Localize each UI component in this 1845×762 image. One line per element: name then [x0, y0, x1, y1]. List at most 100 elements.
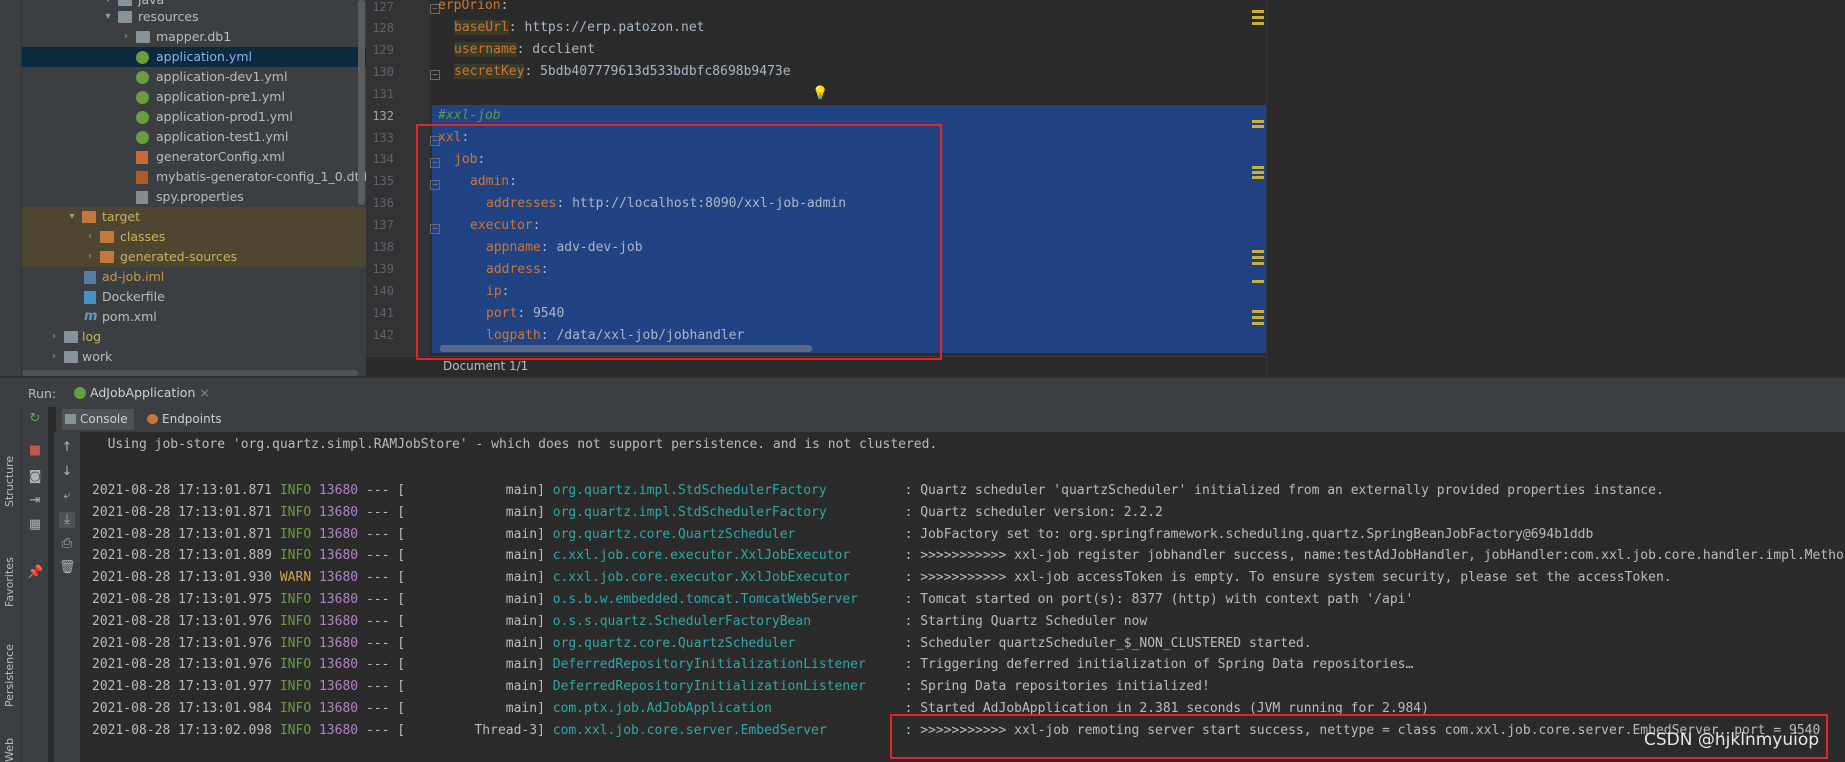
tree-item-dockerfile[interactable]: Dockerfile — [22, 287, 366, 307]
log-logger[interactable]: org.quartz.core.QuartzScheduler — [553, 524, 897, 546]
tree-item-pom-xml[interactable]: m pom.xml — [22, 307, 366, 327]
tree-item-spy-properties[interactable]: spy.properties — [22, 187, 366, 207]
error-stripe-marker[interactable] — [1252, 280, 1264, 283]
log-message: : Quartz scheduler version: 2.2.2 — [904, 504, 1163, 520]
tree-item-application-dev1-yml[interactable]: application-dev1.yml — [22, 67, 366, 87]
trash-icon[interactable]: 🗑 — [59, 560, 76, 576]
code-line-135[interactable]: admin: — [438, 171, 1266, 193]
error-stripe-marker[interactable] — [1252, 310, 1264, 313]
log-row: 2021-08-28 17:13:01.930 WARN 13680 --- [… — [92, 567, 1672, 589]
run-tab-adjobapplication[interactable]: AdJobApplication × — [70, 381, 216, 405]
log-logger[interactable]: o.s.s.quartz.SchedulerFactoryBean — [553, 611, 897, 633]
error-stripe-marker[interactable] — [1252, 120, 1264, 123]
log-logger[interactable]: org.quartz.impl.StdSchedulerFactory — [553, 480, 897, 502]
tree-item-ad-job-iml[interactable]: ad-job.iml — [22, 267, 366, 287]
log-logger[interactable]: DeferredRepositoryInitializationListener — [553, 654, 897, 676]
camera-icon[interactable]: ◙ — [27, 469, 43, 485]
error-stripe-marker[interactable] — [1252, 171, 1264, 174]
chevron-right-icon[interactable]: › — [84, 247, 96, 267]
code-line-132[interactable]: #xxl-job — [438, 105, 1266, 127]
tree-horizontal-scrollbar[interactable] — [22, 370, 358, 376]
code-line-137[interactable]: executor: — [438, 215, 1266, 237]
chevron-down-icon[interactable]: ▾ — [66, 207, 78, 227]
log-logger[interactable]: org.quartz.impl.StdSchedulerFactory — [553, 502, 897, 524]
code-line-139[interactable]: address: — [438, 259, 1266, 281]
error-stripe-marker[interactable] — [1252, 22, 1264, 25]
code-line-136[interactable]: addresses: http://localhost:8090/xxl-job… — [438, 193, 1266, 215]
tab-console[interactable]: Console — [62, 409, 134, 430]
editor-horizontal-scrollbar[interactable] — [440, 345, 812, 352]
code-line-134[interactable]: job: — [438, 149, 1266, 171]
tree-item-target[interactable]: ▾ target — [22, 207, 366, 227]
console-output[interactable]: Using job-store 'org.quartz.simpl.RAMJob… — [80, 432, 1845, 762]
rerun-icon[interactable]: ↻ — [27, 411, 43, 427]
log-logger[interactable]: c.xxl.job.core.executor.XxlJobExecutor — [553, 545, 897, 567]
tool-tab-web[interactable]: Web — [3, 738, 16, 762]
code-line-141[interactable]: port: 9540 — [438, 303, 1266, 325]
close-icon[interactable]: × — [199, 385, 209, 400]
lightbulb-icon[interactable]: 💡 — [812, 86, 828, 101]
log-thread: main — [505, 635, 538, 651]
code-line-133[interactable]: xxl: — [438, 127, 1266, 149]
error-stripe-marker[interactable] — [1252, 16, 1264, 19]
chevron-right-icon[interactable]: › — [48, 327, 60, 347]
log-timestamp: 2021-08-28 17:13:02.098 — [92, 722, 273, 738]
log-logger[interactable]: c.xxl.job.core.executor.XxlJobExecutor — [553, 567, 897, 589]
print-icon[interactable]: ⎙ — [59, 536, 75, 552]
layout-icon[interactable]: ▦ — [27, 517, 43, 533]
log-logger[interactable]: com.xxl.job.core.server.EmbedServer — [553, 720, 897, 742]
error-stripe-marker[interactable] — [1252, 176, 1264, 179]
code-line-142[interactable]: logpath: /data/xxl-job/jobhandler — [438, 325, 1266, 347]
code-line-128[interactable]: baseUrl: https://erp.patozon.net — [438, 17, 1266, 39]
code-editor[interactable]: 127 128 129 130 131 132 133 134 135 136 … — [366, 0, 1266, 376]
error-stripe-marker[interactable] — [1252, 250, 1264, 253]
error-stripe-marker[interactable] — [1252, 125, 1264, 128]
arrow-up-icon[interactable]: ↑ — [59, 440, 75, 456]
log-separator: --- — [365, 570, 390, 586]
pin-icon[interactable]: 📌 — [27, 565, 43, 581]
chevron-down-icon[interactable]: ▾ — [102, 7, 114, 27]
log-logger[interactable]: com.ptx.job.AdJobApplication — [553, 698, 897, 720]
tree-item-application-prod1-yml[interactable]: application-prod1.yml — [22, 107, 366, 127]
yaml-file-icon — [136, 71, 149, 84]
error-stripe-marker[interactable] — [1252, 262, 1264, 265]
error-stripe-marker[interactable] — [1252, 166, 1264, 169]
chevron-right-icon[interactable]: › — [84, 227, 96, 247]
code-line-127[interactable]: erpOrion: — [438, 0, 1266, 17]
error-stripe-marker[interactable] — [1252, 322, 1264, 325]
code-line-138[interactable]: appname: adv-dev-job — [438, 237, 1266, 259]
tool-tab-structure[interactable]: Structure — [3, 456, 16, 507]
error-stripe-marker[interactable] — [1252, 10, 1264, 13]
log-logger[interactable]: DeferredRepositoryInitializationListener — [553, 676, 897, 698]
tree-item-log[interactable]: › log — [22, 327, 366, 347]
log-logger[interactable]: o.s.b.w.embedded.tomcat.TomcatWebServer — [553, 589, 897, 611]
exit-icon[interactable]: ⇥ — [27, 493, 43, 509]
code-line-130[interactable]: secretKey: 5bdb407779613d533bdbfc8698b94… — [438, 61, 1266, 83]
scroll-to-end-icon[interactable]: ⤓ — [59, 512, 75, 528]
code-line-129[interactable]: username: dcclient — [438, 39, 1266, 61]
tree-vertical-scrollbar[interactable] — [358, 0, 365, 205]
stop-icon[interactable]: ■ — [27, 443, 43, 459]
log-logger[interactable]: org.quartz.core.QuartzScheduler — [553, 633, 897, 655]
arrow-down-icon[interactable]: ↓ — [59, 464, 75, 480]
tree-item-mapper-db1[interactable]: › mapper.db1 — [22, 27, 366, 47]
error-stripe-marker[interactable] — [1252, 316, 1264, 319]
tree-item-resources[interactable]: ▾ resources — [22, 7, 366, 27]
tree-item-mybatis-dtd[interactable]: mybatis-generator-config_1_0.dtd — [22, 167, 366, 187]
tree-item-application-test1-yml[interactable]: application-test1.yml — [22, 127, 366, 147]
tree-item-classes[interactable]: › classes — [22, 227, 366, 247]
tree-item-work[interactable]: › work — [22, 347, 366, 367]
tab-endpoints[interactable]: Endpoints — [144, 409, 234, 430]
soft-wrap-icon[interactable]: ⤶ — [59, 488, 75, 504]
chevron-right-icon[interactable]: › — [120, 27, 132, 47]
tool-tab-favorites[interactable]: Favorites — [3, 557, 16, 607]
code-line-140[interactable]: ip: — [438, 281, 1266, 303]
chevron-right-icon[interactable]: › — [48, 347, 60, 367]
tree-item-generated-sources[interactable]: › generated-sources — [22, 247, 366, 267]
tree-item-generatorconfig-xml[interactable]: generatorConfig.xml — [22, 147, 366, 167]
tool-tab-persistence[interactable]: Persistence — [3, 644, 16, 707]
error-stripe-marker[interactable] — [1252, 256, 1264, 259]
breadcrumb[interactable]: Document 1/1 — [443, 359, 528, 373]
tree-item-application-pre1-yml[interactable]: application-pre1.yml — [22, 87, 366, 107]
tree-item-application-yml[interactable]: application.yml — [22, 47, 366, 67]
